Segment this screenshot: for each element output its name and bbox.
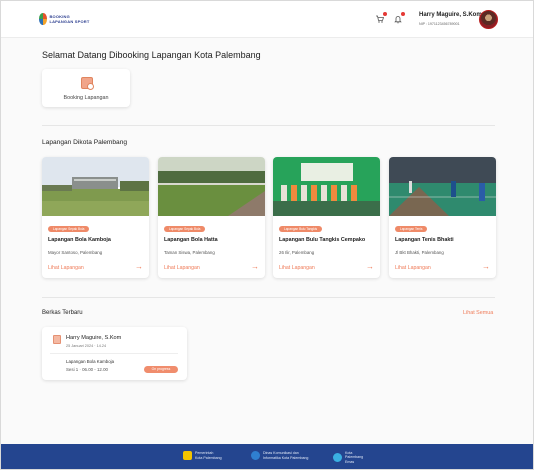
venue-address: Mayor Santoso, Palembang <box>48 250 103 255</box>
file-session: Sesi 1 · 06.00 - 12.00 <box>66 367 108 372</box>
pemkot-logo-icon <box>183 451 192 460</box>
venue-address: Jl Bkt Bhakti, Palembang <box>395 250 444 255</box>
view-venue-link[interactable]: Lihat Lapangan <box>48 265 84 271</box>
venue-card[interactable]: Lapangan Sepak Bola Lapangan Bola Kamboj… <box>42 157 149 278</box>
card-divider <box>50 353 178 354</box>
venue-name: Lapangan Tenis Bhakti <box>395 237 454 243</box>
user-nip: NIP : 1971123456789001 <box>419 22 460 26</box>
file-owner: Harry Maguire, S.Kom <box>66 335 122 341</box>
section-divider <box>42 297 495 298</box>
view-venue-link[interactable]: Lihat Lapangan <box>279 265 315 271</box>
arrow-right-icon[interactable]: → <box>482 263 490 271</box>
venue-name: Lapangan Bola Hatta <box>164 237 218 243</box>
status-badge: On progress <box>144 366 178 373</box>
top-header: BOOKING LAPANGAN SPORT Harry Maguire, S.… <box>1 1 533 38</box>
see-all-link[interactable]: Lihat Semua <box>463 310 493 316</box>
venue-photo <box>158 157 265 216</box>
venue-photo <box>389 157 496 216</box>
file-venue: Lapangan Bola Kamboja <box>66 359 115 364</box>
venue-name: Lapangan Bulu Tangkis Cempako <box>279 237 366 243</box>
venue-tag: Lapangan Bulu Tangkis <box>279 226 323 232</box>
user-name: Harry Maguire, S.Kom <box>419 12 482 18</box>
venue-tag: Lapangan Tenis <box>395 226 428 232</box>
avatar[interactable] <box>479 10 498 29</box>
view-venue-link[interactable]: Lihat Lapangan <box>395 265 431 271</box>
footer-text: Kota Palembang Emas <box>345 451 364 464</box>
cart-badge <box>383 12 387 16</box>
file-date: 25 Januari 2024 · 14.24 <box>66 344 107 348</box>
logo-icon <box>39 13 48 25</box>
venue-name: Lapangan Bola Kamboja <box>48 237 111 243</box>
footer-text: Pemerintah Kota Palembang <box>195 451 222 460</box>
venue-photo <box>42 157 149 216</box>
arrow-right-icon[interactable]: → <box>251 263 259 271</box>
footer: Pemerintah Kota Palembang Dinas Komunika… <box>1 444 533 469</box>
calendar-icon <box>81 77 94 90</box>
venue-card[interactable]: Lapangan Tenis Lapangan Tenis Bhakti Jl … <box>389 157 496 278</box>
emas-logo-icon <box>333 453 342 463</box>
venue-card[interactable]: Lapangan Sepak Bola Lapangan Bola Hatta … <box>158 157 265 278</box>
file-icon <box>53 335 61 344</box>
venue-address: Taman Siswa, Palembang <box>164 250 215 255</box>
section-divider <box>42 125 495 126</box>
venue-card[interactable]: Lapangan Bulu Tangkis Lapangan Bulu Tang… <box>273 157 380 278</box>
venue-tag: Lapangan Sepak Bola <box>48 226 90 232</box>
footer-text: Dinas Komunikasi dan Informatika Kota Pa… <box>263 451 309 460</box>
bell-icon[interactable] <box>393 12 405 24</box>
app-frame: BOOKING LAPANGAN SPORT Harry Maguire, S.… <box>0 0 534 470</box>
booking-lapangan-button[interactable]: Booking Lapangan <box>42 69 130 107</box>
logo-text: BOOKING LAPANGAN SPORT <box>49 14 90 24</box>
footer-item-pemkot: Pemerintah Kota Palembang <box>183 451 222 460</box>
recent-file-card[interactable]: Harry Maguire, S.Kom 25 Januari 2024 · 1… <box>42 327 187 380</box>
arrow-right-icon[interactable]: → <box>135 263 143 271</box>
footer-item-diskominfo: Dinas Komunikasi dan Informatika Kota Pa… <box>251 451 308 460</box>
page-title: Selamat Datang Dibooking Lapangan Kota P… <box>42 50 261 60</box>
view-venue-link[interactable]: Lihat Lapangan <box>164 265 200 271</box>
venue-tag: Lapangan Sepak Bola <box>164 226 206 232</box>
cart-icon[interactable] <box>375 12 387 24</box>
app-logo[interactable]: BOOKING LAPANGAN SPORT <box>39 12 93 26</box>
notification-badge <box>401 12 405 16</box>
venues-title: Lapangan Dikota Palembang <box>42 139 128 146</box>
arrow-right-icon[interactable]: → <box>366 263 374 271</box>
venue-address: 26 Ilir, Palembang <box>279 250 315 255</box>
venue-photo <box>273 157 380 216</box>
berkas-title: Berkas Terbaru <box>42 310 83 316</box>
diskominfo-logo-icon <box>251 451 260 460</box>
booking-label: Booking Lapangan <box>63 95 109 101</box>
footer-item-emas: Kota Palembang Emas <box>333 451 363 464</box>
